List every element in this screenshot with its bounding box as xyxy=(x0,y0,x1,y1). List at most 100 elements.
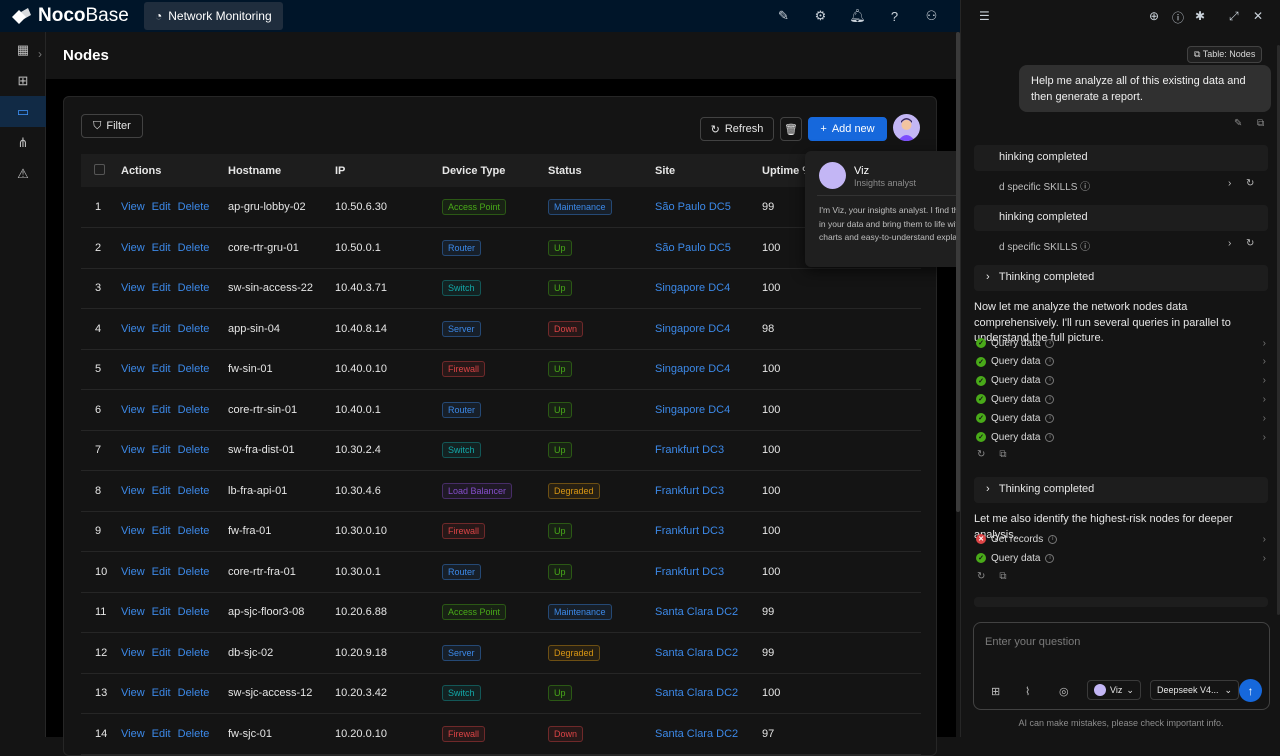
delete-link[interactable]: Delete xyxy=(178,282,210,294)
add-new-button[interactable]: + Add new xyxy=(808,117,887,141)
site-cell[interactable]: Santa Clara DC2 xyxy=(655,592,762,633)
table-row[interactable]: 4 View Edit Delete app-sin-04 10.40.8.14 S… xyxy=(81,308,921,350)
query-row[interactable]: ✓ Query data i › xyxy=(976,428,1266,446)
model-selector[interactable]: Deepseek V4... ⌄ xyxy=(1150,680,1240,700)
site-link[interactable]: Singapore DC4 xyxy=(655,323,730,335)
table-row[interactable]: 2 View Edit Delete core-rtr-gru-01 10.50.0… xyxy=(81,227,921,269)
delete-link[interactable]: Delete xyxy=(178,485,210,497)
view-link[interactable]: View xyxy=(121,444,145,456)
view-link[interactable]: View xyxy=(121,323,145,335)
edit-link[interactable]: Edit xyxy=(152,201,171,213)
retry-icon[interactable]: ↻ xyxy=(977,571,985,582)
table-row[interactable]: 5 View Edit Delete fw-sin-01 10.40.0.10 Fi… xyxy=(81,349,921,390)
tab-network-monitoring[interactable]: ◔ Network Monitoring xyxy=(144,2,283,30)
site-link[interactable]: Singapore DC4 xyxy=(655,282,730,294)
edit-link[interactable]: Edit xyxy=(152,566,171,578)
attachment-icon[interactable]: ⌇ xyxy=(1025,685,1030,698)
col-ip[interactable]: IP xyxy=(335,154,442,187)
thinking-block-2[interactable]: hinking completed xyxy=(974,205,1268,231)
send-button[interactable]: ↑ xyxy=(1239,679,1262,702)
site-link[interactable]: Frankfurt DC3 xyxy=(655,525,724,537)
site-link[interactable]: São Paulo DC5 xyxy=(655,242,731,254)
edit-link[interactable]: Edit xyxy=(152,525,171,537)
col-site[interactable]: Site xyxy=(655,154,762,187)
col-device-type[interactable]: Device Type xyxy=(442,154,548,187)
view-link[interactable]: View xyxy=(121,525,145,537)
thinking-block-1[interactable]: hinking completed xyxy=(974,145,1268,171)
thinking-block-4[interactable]: › Thinking completed xyxy=(974,477,1268,503)
site-link[interactable]: São Paulo DC5 xyxy=(655,201,731,213)
view-link[interactable]: View xyxy=(121,363,145,375)
edit-link[interactable]: Edit xyxy=(152,687,171,699)
site-cell[interactable]: Singapore DC4 xyxy=(655,308,762,350)
table-row[interactable]: 3 View Edit Delete sw-sin-access-22 10.40.… xyxy=(81,268,921,309)
edit-link[interactable]: Edit xyxy=(152,282,171,294)
edit-link[interactable]: Edit xyxy=(152,485,171,497)
retry-icon[interactable]: ↻ xyxy=(1246,238,1254,249)
skills-row-2[interactable]: d specific SKILLS ⓘ › ↻ xyxy=(974,238,1268,258)
delete-link[interactable]: Delete xyxy=(178,606,210,618)
help-icon[interactable]: ? xyxy=(876,9,913,24)
copy-icon[interactable]: ⧉ xyxy=(999,571,1006,582)
table-row[interactable]: 13 View Edit Delete sw-sjc-access-12 10.20… xyxy=(81,673,921,714)
query-row[interactable]: ✓ Query data i › xyxy=(976,334,1266,352)
site-link[interactable]: Frankfurt DC3 xyxy=(655,444,724,456)
get-records-row[interactable]: ✕ Get records i › xyxy=(976,530,1266,548)
retry-icon[interactable]: ↻ xyxy=(1246,178,1254,189)
assistant-selector[interactable]: Viz ⌄ xyxy=(1087,680,1141,700)
site-cell[interactable]: Frankfurt DC3 xyxy=(655,511,762,552)
edit-link[interactable]: Edit xyxy=(152,444,171,456)
site-cell[interactable]: Santa Clara DC2 xyxy=(655,713,762,755)
delete-link[interactable]: Delete xyxy=(178,363,210,375)
table-row[interactable]: 9 View Edit Delete fw-fra-01 10.30.0.10 Fi… xyxy=(81,511,921,552)
edit-link[interactable]: Edit xyxy=(152,404,171,416)
chevron-right-icon[interactable]: › xyxy=(1228,238,1231,249)
menu-icon[interactable]: ☰ xyxy=(979,9,990,23)
delete-link[interactable]: Delete xyxy=(178,242,210,254)
col-status[interactable]: Status xyxy=(548,154,655,187)
delete-link[interactable]: Delete xyxy=(178,201,210,213)
query-row[interactable]: ✓ Query data i › xyxy=(976,409,1266,427)
bell-icon[interactable]: 🔔︎ xyxy=(839,8,876,24)
query-row[interactable]: ✓ Query data i › xyxy=(976,549,1266,567)
delete-link[interactable]: Delete xyxy=(178,404,210,416)
view-link[interactable]: View xyxy=(121,566,145,578)
delete-link[interactable]: Delete xyxy=(178,323,210,335)
col-hostname[interactable]: Hostname xyxy=(228,154,335,187)
site-link[interactable]: Santa Clara DC2 xyxy=(655,606,738,618)
edit-link[interactable]: Edit xyxy=(152,242,171,254)
copy-message-icon[interactable]: ⧉ xyxy=(1257,118,1264,129)
site-cell[interactable]: Frankfurt DC3 xyxy=(655,551,762,593)
delete-link[interactable]: Delete xyxy=(178,566,210,578)
site-cell[interactable]: São Paulo DC5 xyxy=(655,187,762,228)
site-cell[interactable]: Singapore DC4 xyxy=(655,349,762,390)
site-link[interactable]: Santa Clara DC2 xyxy=(655,728,738,740)
edit-message-icon[interactable]: ✎ xyxy=(1234,118,1242,129)
delete-link[interactable]: Delete xyxy=(178,687,210,699)
site-cell[interactable]: Santa Clara DC2 xyxy=(655,673,762,714)
edit-link[interactable]: Edit xyxy=(152,323,171,335)
site-cell[interactable]: São Paulo DC5 xyxy=(655,227,762,269)
query-row[interactable]: ✓ Query data i › xyxy=(976,372,1266,390)
site-cell[interactable]: Santa Clara DC2 xyxy=(655,632,762,674)
view-link[interactable]: View xyxy=(121,606,145,618)
ui-editor-icon[interactable]: ✎ xyxy=(765,8,802,24)
view-link[interactable]: View xyxy=(121,485,145,497)
retry-icon[interactable]: ↻ xyxy=(977,449,985,460)
select-all-checkbox[interactable] xyxy=(81,154,121,187)
view-link[interactable]: View xyxy=(121,647,145,659)
edit-link[interactable]: Edit xyxy=(152,647,171,659)
refresh-button[interactable]: ↻ Refresh xyxy=(700,117,774,141)
topology-icon[interactable]: ⊞ xyxy=(0,65,46,96)
delete-link[interactable]: Delete xyxy=(178,444,210,456)
ai-assistant-avatar[interactable] xyxy=(893,114,920,141)
view-link[interactable]: View xyxy=(121,282,145,294)
user-icon[interactable]: ⚇ xyxy=(913,8,950,24)
view-link[interactable]: View xyxy=(121,242,145,254)
app-logo[interactable]: Noco Base xyxy=(0,5,142,27)
expand-icon[interactable]: ⤢ xyxy=(1229,9,1239,24)
nodes-monitor-icon[interactable]: ▭ xyxy=(0,96,46,127)
filter-button[interactable]: ⛉ Filter xyxy=(81,114,143,138)
table-row[interactable]: 7 View Edit Delete sw-fra-dist-01 10.30.2.… xyxy=(81,430,921,471)
table-row[interactable]: 6 View Edit Delete core-rtr-sin-01 10.40.0… xyxy=(81,389,921,431)
